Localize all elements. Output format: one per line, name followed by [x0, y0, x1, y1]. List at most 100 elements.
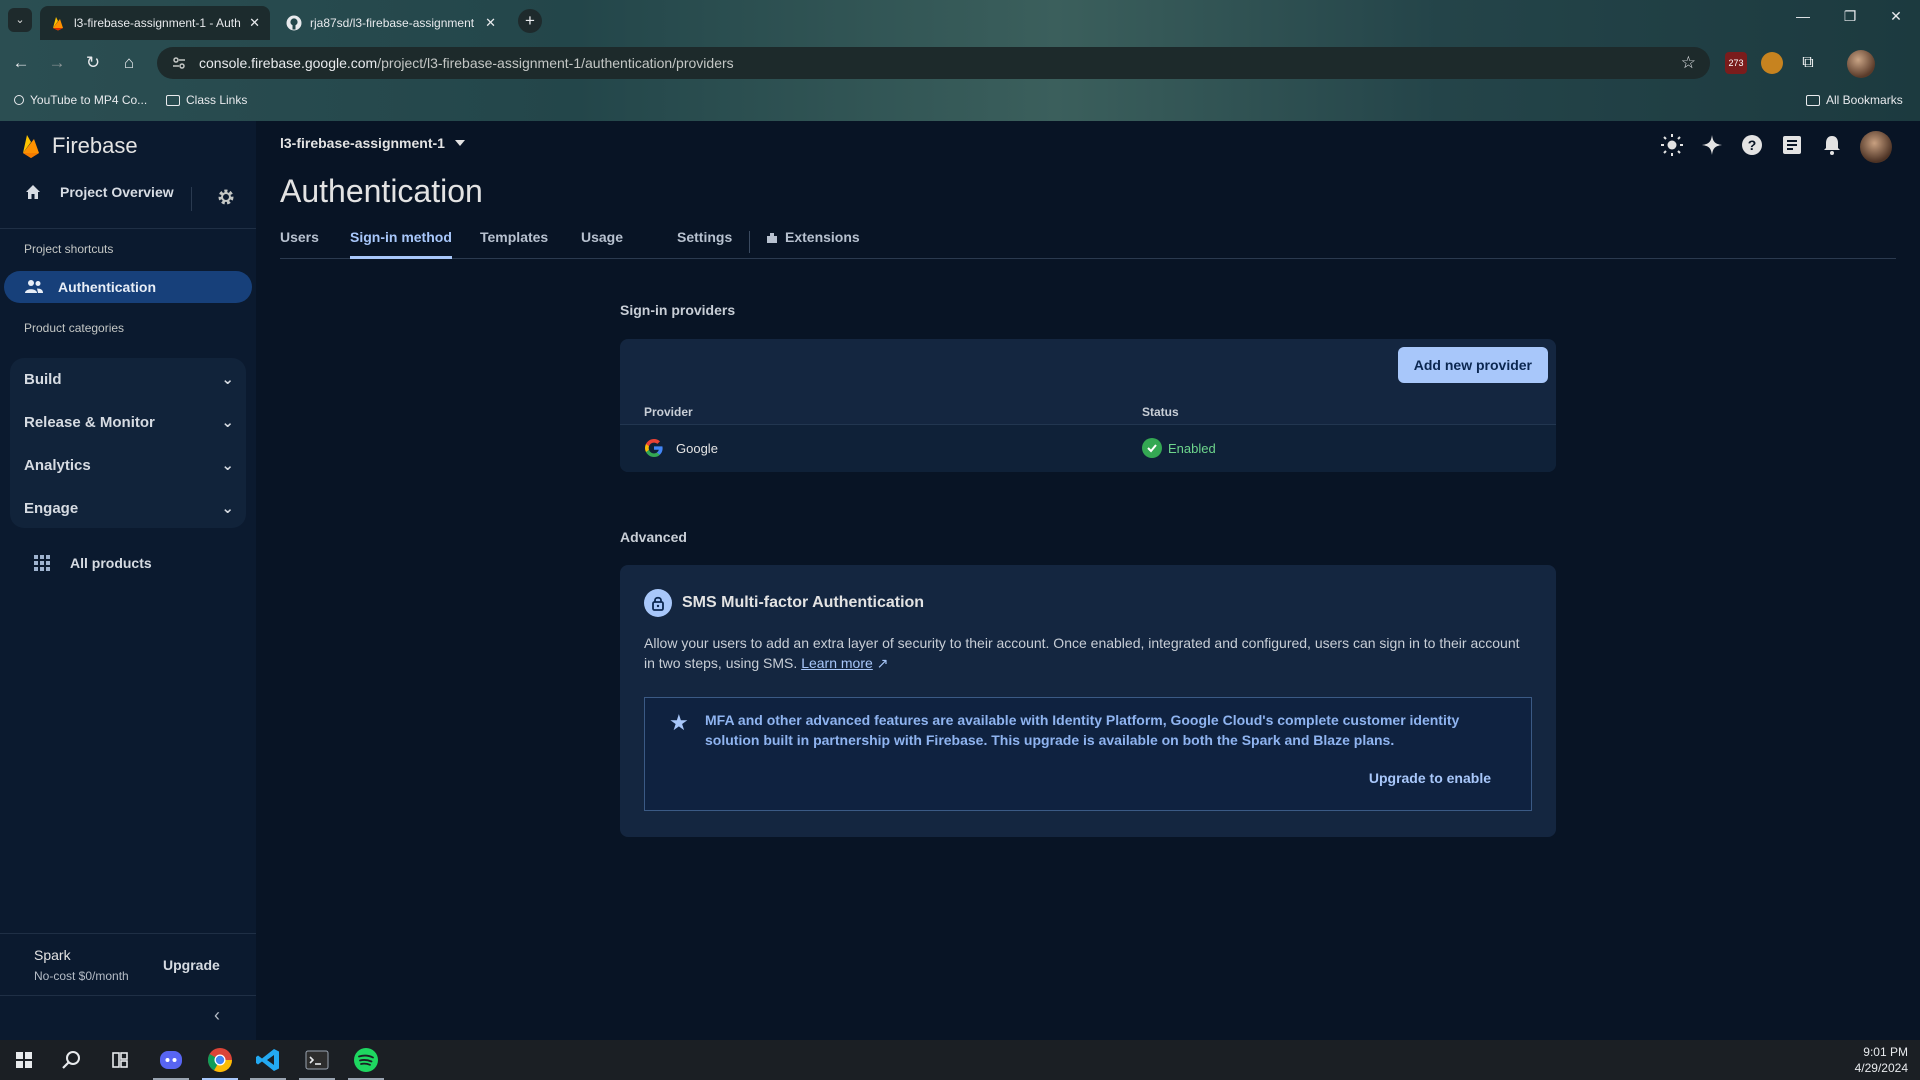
divider: [749, 231, 750, 253]
firebase-brand[interactable]: Firebase: [20, 133, 138, 159]
tab-templates[interactable]: Templates: [480, 229, 548, 259]
extension-badge-icon[interactable]: 273: [1725, 52, 1747, 74]
browser-tab-inactive[interactable]: rja87sd/l3-firebase-assignment ✕: [276, 6, 506, 40]
all-bookmarks-label: All Bookmarks: [1826, 93, 1903, 107]
task-view-icon[interactable]: [106, 1046, 134, 1074]
close-icon[interactable]: ✕: [485, 15, 496, 31]
upgrade-to-enable-button[interactable]: Upgrade to enable: [1369, 770, 1491, 786]
home-icon: [26, 185, 40, 199]
all-products-link[interactable]: All products: [34, 555, 152, 571]
caret-down-icon: [454, 140, 465, 146]
page-tabs: Users Sign-in method Templates Usage Set…: [280, 229, 1896, 259]
mfa-title: SMS Multi-factor Authentication: [682, 594, 925, 611]
project-overview-link[interactable]: Project Overview: [24, 183, 174, 201]
tab-label: Extensions: [785, 229, 860, 245]
bookmark-label: Class Links: [186, 93, 248, 107]
category-release-monitor[interactable]: Release & Monitor ⌄: [10, 401, 246, 443]
bookmark-youtube-mp4[interactable]: YouTube to MP4 Co...: [14, 93, 147, 107]
chrome-icon[interactable]: [206, 1046, 234, 1074]
sidebar-item-authentication[interactable]: Authentication: [4, 271, 252, 303]
tab-sign-in-method[interactable]: Sign-in method: [350, 229, 452, 259]
divider: [191, 187, 192, 211]
spotify-icon[interactable]: [352, 1046, 380, 1074]
vscode-icon[interactable]: [254, 1046, 282, 1074]
tab-search-button[interactable]: ⌄: [8, 8, 32, 32]
home-icon[interactable]: ⌂: [116, 50, 142, 76]
upgrade-button[interactable]: Upgrade: [163, 957, 220, 973]
apps-grid-icon: [34, 555, 50, 571]
help-icon[interactable]: ?: [1740, 133, 1764, 157]
category-build[interactable]: Build ⌄: [10, 358, 246, 400]
folder-icon: [166, 94, 180, 106]
notice-text: MFA and other advanced features are avai…: [705, 712, 1460, 748]
mfa-description-text: Allow your users to add an extra layer o…: [644, 635, 1520, 671]
providers-table-header: Provider Status: [620, 397, 1556, 425]
lock-icon: [644, 589, 672, 617]
gear-icon[interactable]: [216, 187, 236, 207]
restore-icon[interactable]: ❐: [1827, 8, 1873, 25]
category-analytics[interactable]: Analytics ⌄: [10, 444, 246, 486]
puzzle-extensions-icon[interactable]: ⧉: [1797, 52, 1819, 74]
tab-extensions[interactable]: Extensions: [765, 229, 860, 259]
extension-icon[interactable]: [1761, 52, 1783, 74]
browser-profile-avatar[interactable]: [1847, 50, 1875, 78]
system-clock[interactable]: 9:01 PM 4/29/2024: [1855, 1044, 1908, 1076]
reload-icon[interactable]: ↻: [80, 50, 106, 76]
tab-usage[interactable]: Usage: [581, 229, 623, 259]
account-avatar[interactable]: [1860, 131, 1892, 163]
address-bar[interactable]: console.firebase.google.com /project/l3-…: [157, 47, 1710, 79]
table-row[interactable]: Google Enabled: [620, 425, 1556, 472]
window-close-icon[interactable]: ✕: [1873, 8, 1919, 25]
tab-users[interactable]: Users: [280, 229, 319, 259]
mfa-heading: SMS Multi-factor Authentication: [644, 589, 924, 617]
sparkle-icon[interactable]: [1700, 133, 1724, 157]
browser-chrome: ⌄ l3-firebase-assignment-1 - Auth ✕ rja8…: [0, 0, 1920, 121]
project-switcher[interactable]: l3-firebase-assignment-1: [280, 135, 465, 151]
bookmark-label: YouTube to MP4 Co...: [30, 93, 148, 107]
category-engage[interactable]: Engage ⌄: [10, 487, 246, 529]
theme-toggle-icon[interactable]: [1660, 133, 1684, 157]
new-tab-button[interactable]: +: [518, 9, 542, 33]
chevron-down-icon: ⌄: [221, 500, 234, 517]
firebase-logo-icon: [23, 135, 39, 158]
tab-title: rja87sd/l3-firebase-assignment: [310, 16, 475, 30]
firebase-favicon-icon: [53, 17, 63, 31]
divider: [0, 995, 256, 996]
column-header-status: Status: [1142, 405, 1179, 419]
bell-icon[interactable]: [1820, 133, 1844, 157]
provider-name: Google: [676, 440, 718, 456]
minimize-icon[interactable]: —: [1780, 8, 1826, 24]
search-icon[interactable]: [58, 1046, 86, 1074]
category-label: Engage: [24, 499, 79, 517]
page-title: Authentication: [280, 173, 483, 209]
release-notes-icon[interactable]: [1780, 133, 1804, 157]
windows-start-icon[interactable]: [10, 1046, 38, 1074]
add-new-provider-button[interactable]: Add new provider: [1397, 347, 1548, 383]
close-icon[interactable]: ✕: [249, 15, 260, 31]
product-categories-group: Build ⌄ Release & Monitor ⌄ Analytics ⌄ …: [10, 358, 246, 528]
back-icon[interactable]: ←: [8, 50, 34, 76]
advanced-label: Advanced: [620, 529, 687, 545]
tab-settings[interactable]: Settings: [677, 229, 732, 259]
bookmark-class-links[interactable]: Class Links: [166, 93, 247, 107]
collapse-sidebar-icon[interactable]: ‹: [214, 1005, 220, 1026]
star-icon: ★: [669, 710, 689, 735]
bookmark-star-icon[interactable]: ☆: [1681, 53, 1696, 73]
all-bookmarks[interactable]: All Bookmarks: [1806, 93, 1903, 107]
terminal-icon[interactable]: [303, 1046, 331, 1074]
discord-icon[interactable]: [157, 1046, 185, 1074]
learn-more-link[interactable]: Learn more: [801, 655, 873, 671]
category-label: Release & Monitor: [24, 413, 155, 431]
provider-cell: Google: [644, 438, 718, 458]
status-text: Enabled: [1168, 440, 1216, 456]
forward-icon[interactable]: →: [44, 50, 70, 76]
column-header-provider: Provider: [644, 405, 693, 419]
browser-tab-active[interactable]: l3-firebase-assignment-1 - Auth ✕: [40, 6, 270, 40]
sidebar: Firebase Project Overview Project shortc…: [0, 121, 256, 1040]
sidebar-item-label: Authentication: [58, 279, 156, 295]
tab-strip: ⌄ l3-firebase-assignment-1 - Auth ✕ rja8…: [0, 0, 1920, 41]
site-info-icon[interactable]: [171, 55, 187, 71]
external-link-icon: ↗: [876, 655, 889, 671]
bookmarks-bar: YouTube to MP4 Co... Class Links All Boo…: [0, 87, 1920, 117]
folder-icon: [1806, 94, 1820, 106]
